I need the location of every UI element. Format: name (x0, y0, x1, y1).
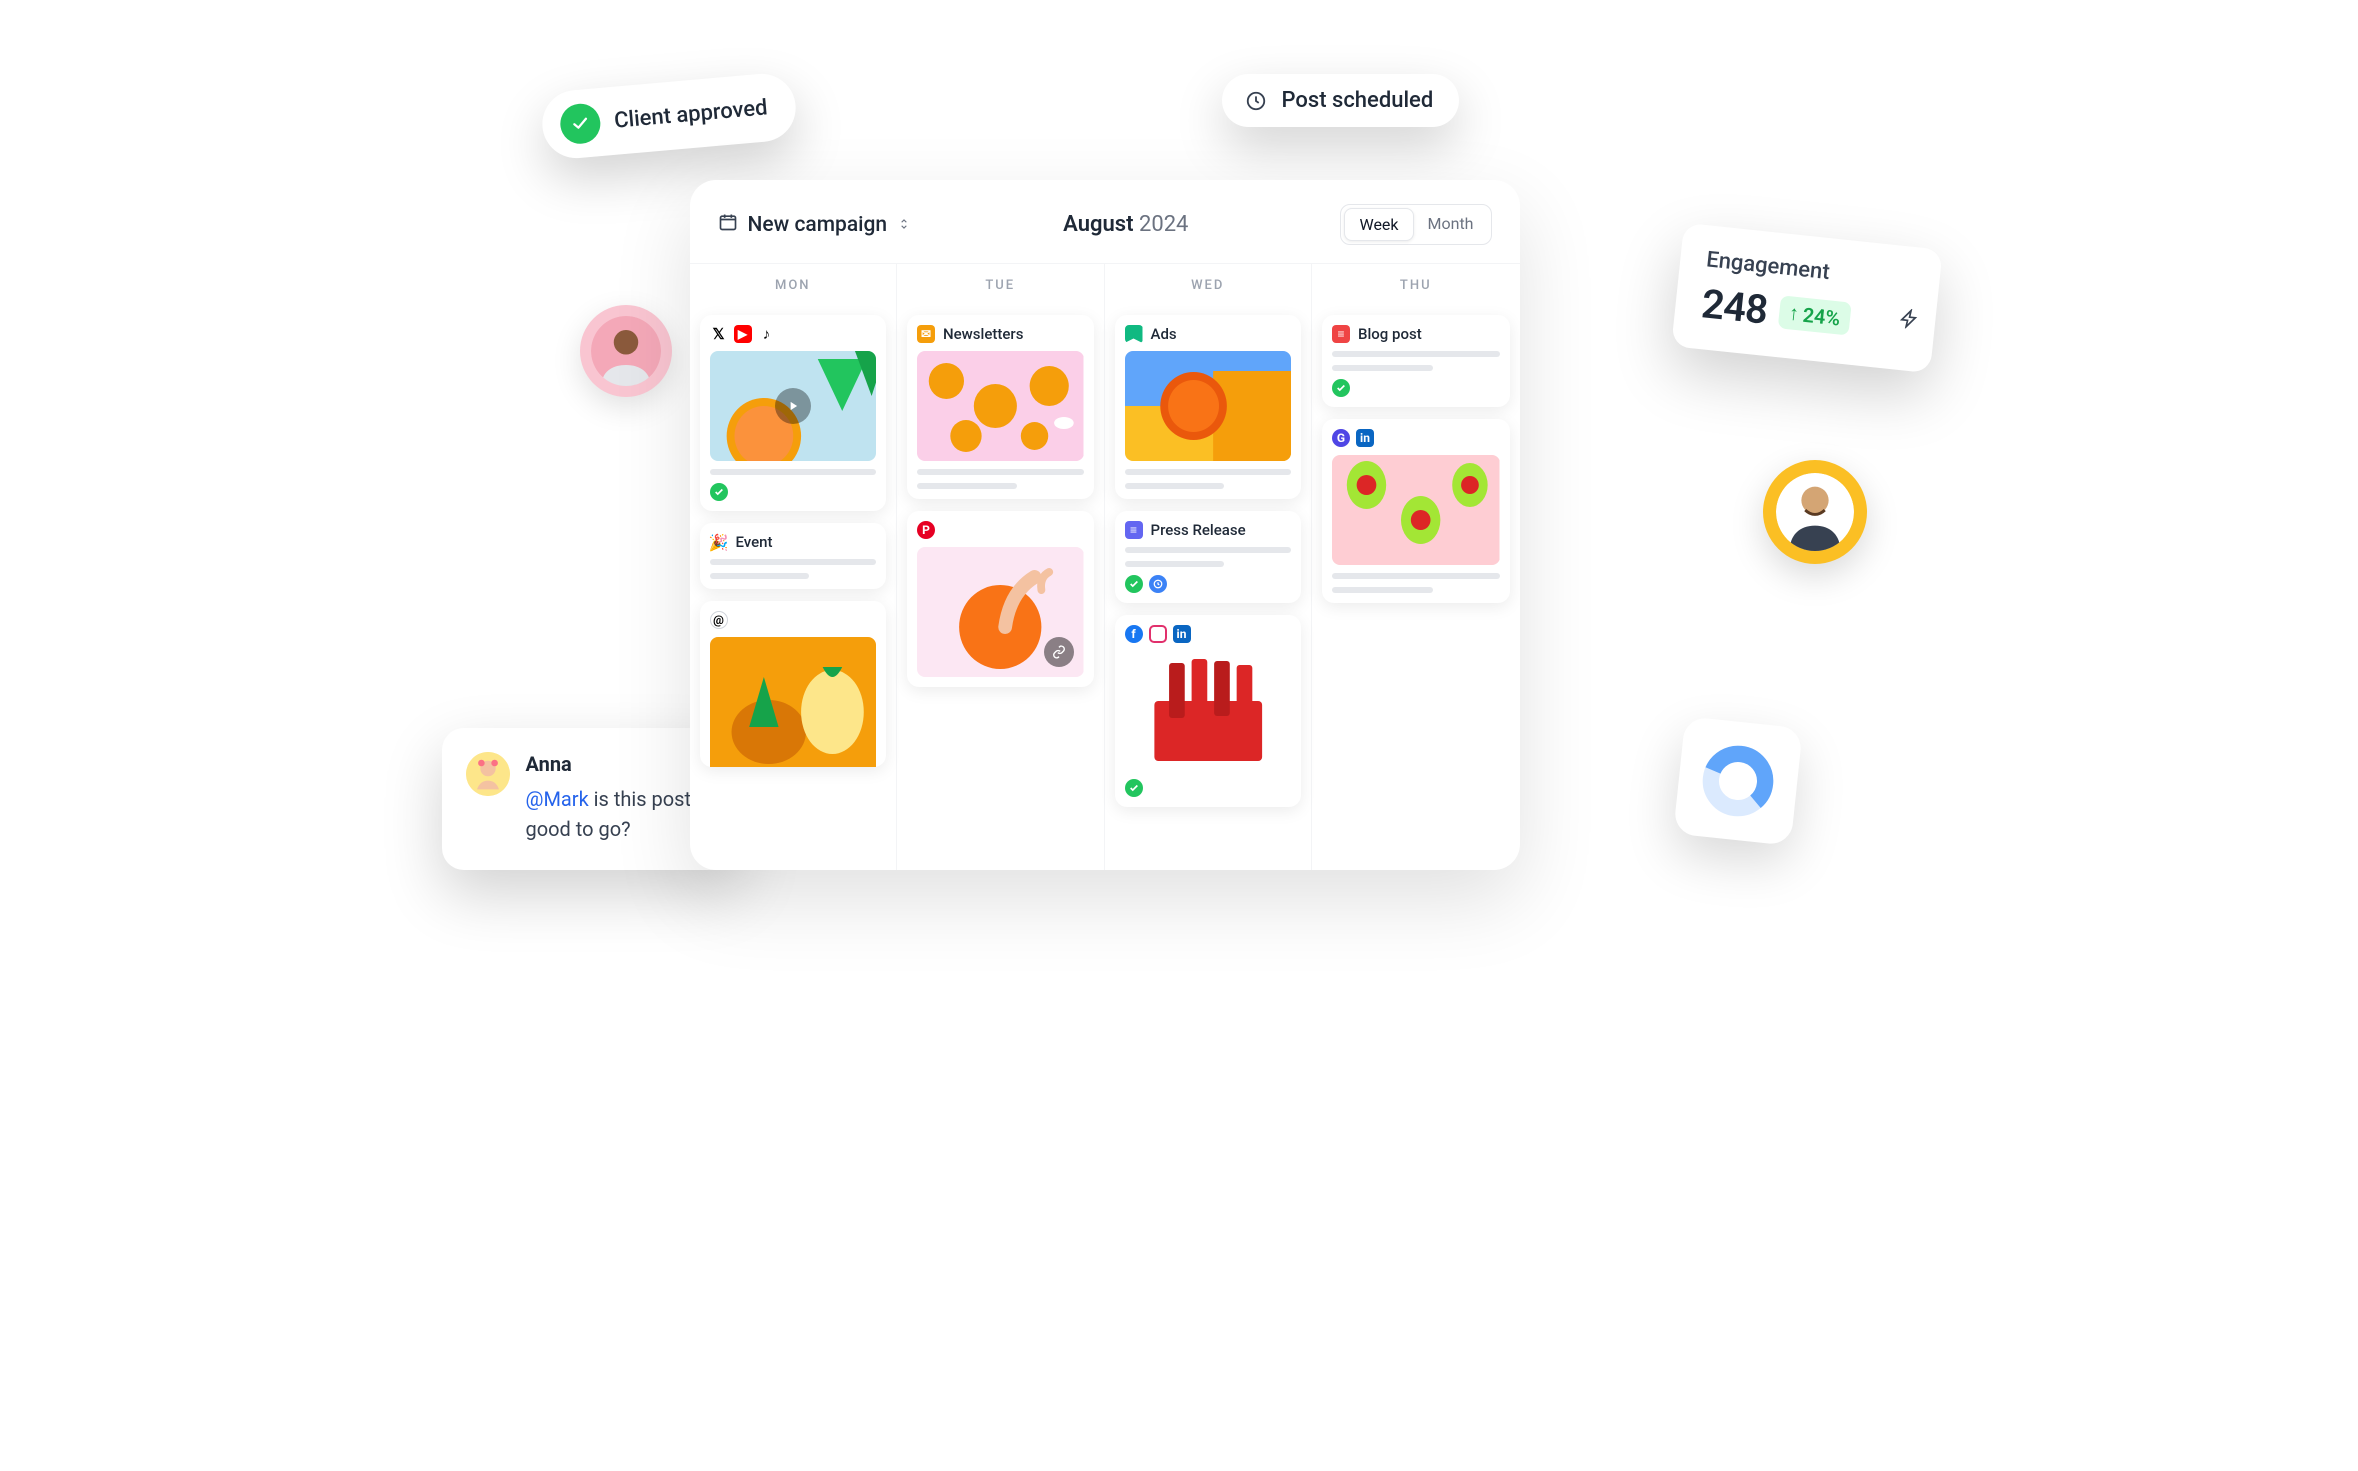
text-placeholder (1125, 483, 1225, 489)
approved-badge-icon (1125, 575, 1143, 593)
comment-text: @Mark is this post good to go? (526, 784, 712, 844)
post-card[interactable]: ≡ Press Release (1115, 511, 1302, 603)
comment-author: Anna (526, 752, 712, 776)
mention[interactable]: @Mark (526, 787, 589, 811)
campaign-label: New campaign (748, 213, 888, 237)
day-column-mon: MON 𝕏 ▶ ♪ (690, 264, 898, 870)
post-card[interactable]: @ (700, 601, 887, 767)
confetti-icon: 🎉 (710, 533, 728, 551)
engagement-card: Engagement 248 ↑ 24% (1671, 223, 1943, 373)
facebook-icon: f (1125, 625, 1143, 643)
news-icon: ≡ (1125, 521, 1143, 539)
youtube-icon: ▶ (734, 325, 752, 343)
mail-icon: ✉ (917, 325, 935, 343)
text-placeholder (1125, 561, 1225, 567)
day-column-tue: TUE ✉ Newsletters P (897, 264, 1105, 870)
day-column-wed: WED Ads ≡ Press Release (1105, 264, 1313, 870)
linkedin-icon: in (1173, 625, 1191, 643)
post-card[interactable]: ≡ Blog post (1322, 315, 1510, 407)
post-scheduled-pill: Post scheduled (1222, 74, 1460, 127)
post-card[interactable]: f in (1115, 615, 1302, 807)
card-title: Ads (1151, 325, 1177, 343)
text-placeholder (917, 469, 1084, 475)
view-week-button[interactable]: Week (1344, 208, 1413, 241)
day-column-thu: THU ≡ Blog post G in (1312, 264, 1520, 870)
card-title: Blog post (1358, 325, 1422, 343)
post-card[interactable]: 🎉 Event (700, 523, 887, 589)
engagement-value: 248 (1699, 280, 1769, 334)
engagement-delta: ↑ 24% (1777, 295, 1852, 335)
approved-badge-icon (1332, 379, 1350, 397)
play-icon (775, 388, 811, 424)
campaign-selector[interactable]: New campaign (718, 212, 912, 238)
document-icon: ≡ (1332, 325, 1350, 343)
card-title: Press Release (1151, 521, 1246, 539)
bookmark-icon (1125, 325, 1143, 343)
check-icon (558, 102, 601, 145)
text-placeholder (1332, 587, 1433, 593)
calendar-panel: New campaign August 2024 Week Month MON (690, 180, 1520, 870)
card-title: Newsletters (943, 325, 1023, 343)
card-title: Event (736, 533, 773, 551)
google-icon: G (1332, 429, 1350, 447)
text-placeholder (710, 559, 877, 565)
tiktok-icon: ♪ (758, 325, 776, 343)
view-toggle: Week Month (1340, 204, 1491, 245)
post-scheduled-label: Post scheduled (1282, 88, 1434, 113)
approved-badge-icon (710, 483, 728, 501)
post-card[interactable]: 𝕏 ▶ ♪ (700, 315, 887, 511)
calendar-title: August 2024 (1063, 212, 1188, 237)
avatar (580, 305, 672, 397)
pinterest-icon: P (917, 521, 935, 539)
text-placeholder (1332, 365, 1433, 371)
sort-chevrons-icon (897, 213, 911, 237)
threads-icon: @ (710, 611, 728, 629)
analytics-donut-card (1673, 716, 1803, 846)
day-header: WED (1115, 264, 1302, 303)
text-placeholder (1332, 573, 1500, 579)
day-header: MON (700, 264, 887, 303)
calendar-month: August (1063, 212, 1133, 237)
calendar-icon (718, 212, 738, 238)
post-card[interactable]: Ads (1115, 315, 1302, 499)
text-placeholder (1332, 351, 1500, 357)
approved-badge-icon (1125, 779, 1143, 797)
post-card[interactable]: P (907, 511, 1094, 687)
client-approved-pill: Client approved (539, 71, 798, 161)
post-thumbnail (1332, 455, 1500, 565)
avatar (466, 752, 510, 796)
instagram-icon (1149, 625, 1167, 643)
post-card[interactable]: G in (1322, 419, 1510, 603)
client-approved-label: Client approved (613, 95, 768, 133)
text-placeholder (710, 573, 810, 579)
arrow-up-icon: ↑ (1787, 300, 1800, 326)
post-thumbnail (1125, 351, 1292, 461)
text-placeholder (1125, 547, 1292, 553)
linkedin-icon: in (1356, 429, 1374, 447)
text-placeholder (917, 483, 1017, 489)
scheduled-badge-icon (1149, 575, 1167, 593)
x-icon: 𝕏 (710, 325, 728, 343)
calendar-year: 2024 (1139, 212, 1188, 237)
donut-chart-icon (1696, 739, 1780, 823)
engagement-delta-value: 24% (1801, 302, 1841, 330)
day-header: TUE (907, 264, 1094, 303)
text-placeholder (710, 469, 877, 475)
clock-icon (1244, 89, 1268, 113)
view-month-button[interactable]: Month (1414, 208, 1488, 241)
post-thumbnail (710, 351, 877, 461)
bolt-icon (1897, 308, 1919, 334)
post-thumbnail (1125, 651, 1292, 771)
post-card[interactable]: ✉ Newsletters (907, 315, 1094, 499)
post-thumbnail (917, 547, 1084, 677)
post-thumbnail (710, 637, 877, 767)
day-header: THU (1322, 264, 1510, 303)
post-thumbnail (917, 351, 1084, 461)
link-icon (1044, 637, 1074, 667)
text-placeholder (1125, 469, 1292, 475)
avatar (1763, 460, 1867, 564)
